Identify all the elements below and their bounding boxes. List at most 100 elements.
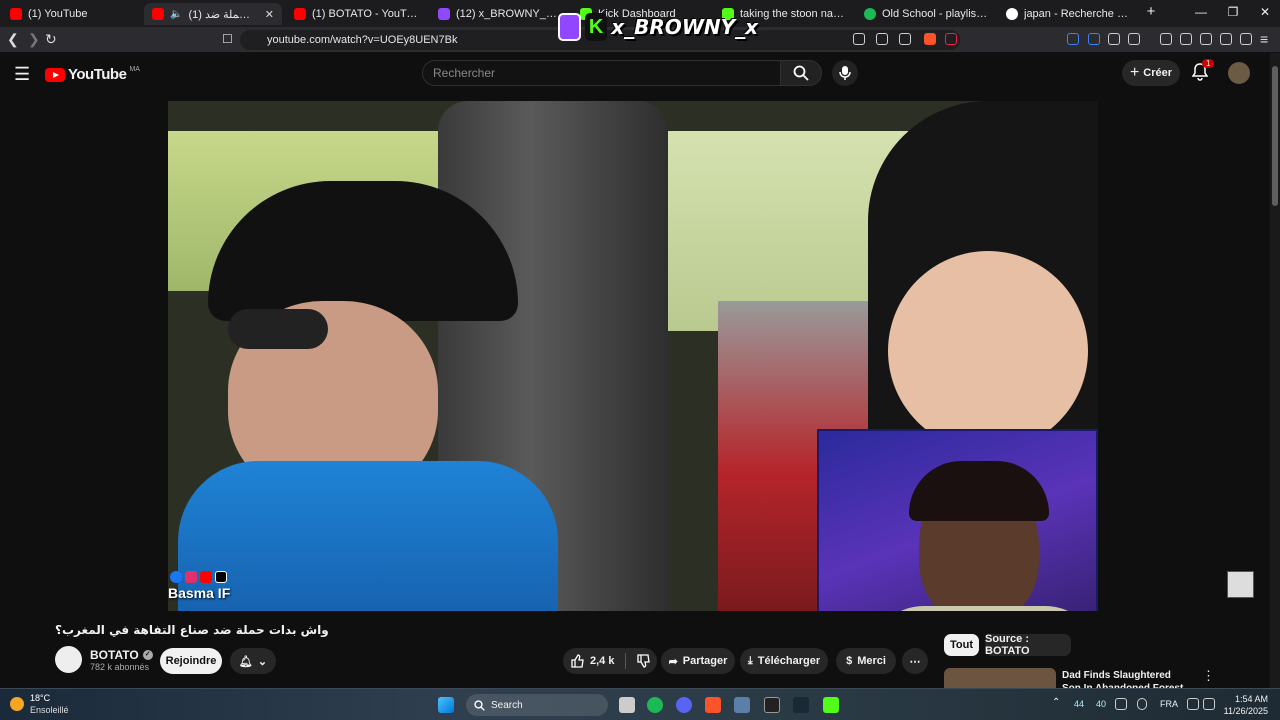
speaker-icon[interactable]: 🔈 <box>170 9 182 20</box>
tab-twitch[interactable]: (12) x_BROWNY_x - Twitch <box>430 3 570 25</box>
cast-icon[interactable] <box>853 33 865 45</box>
kick-icon: K <box>585 13 608 41</box>
like-count: 2,4 k <box>590 655 615 667</box>
notepad-icon[interactable] <box>734 697 750 713</box>
share-icon[interactable] <box>899 33 911 45</box>
minimize-button[interactable]: — <box>1186 5 1216 19</box>
translate-icon[interactable] <box>876 33 888 45</box>
tab-google[interactable]: japan - Recherche Google <box>998 3 1138 25</box>
search-button[interactable] <box>780 60 822 86</box>
close-tab-icon[interactable]: ✕ <box>265 8 274 21</box>
twitch-icon <box>558 13 582 41</box>
join-button[interactable]: Rejoindre <box>160 648 222 674</box>
social-icons <box>170 571 227 583</box>
leo-icon[interactable] <box>1220 33 1232 45</box>
tab-botato[interactable]: (1) BOTATO - YouTube <box>286 3 426 25</box>
close-window-button[interactable]: ✕ <box>1250 5 1280 19</box>
youtube-icon <box>294 8 306 20</box>
taskbar-search[interactable]: Search <box>466 694 608 716</box>
forward-icon[interactable]: ❯ <box>28 31 40 48</box>
thanks-button[interactable]: $ Merci <box>836 648 896 674</box>
spotify-icon <box>864 8 876 20</box>
share-button[interactable]: ➦ Partager <box>661 648 735 674</box>
youtube-icon <box>200 571 212 583</box>
region-label: MA <box>129 66 140 73</box>
puzzle-icon[interactable] <box>1108 33 1120 45</box>
tab-current-video[interactable]: 🔈 (1) واش بدات حملة ضد ✕ <box>144 3 282 25</box>
search-icon <box>474 699 485 711</box>
tab-youtube[interactable]: (1) YouTube <box>2 3 142 25</box>
brave-shield-icon[interactable] <box>924 33 936 45</box>
extension-icon[interactable] <box>1128 33 1140 45</box>
chevron-up-icon[interactable]: ⌃ <box>1052 697 1060 708</box>
weather-temp[interactable]: 18°C <box>30 693 50 703</box>
subscribe-bell-button[interactable]: 🔔︎ ⌄ <box>230 648 276 674</box>
youtube-logo[interactable]: YouTube MA <box>45 66 140 83</box>
channel-avatar[interactable] <box>55 646 82 673</box>
verified-icon: ✓ <box>142 650 153 660</box>
notifications-button[interactable]: 1 <box>1191 59 1215 83</box>
youtube-play-icon <box>45 67 65 82</box>
brave-icon[interactable] <box>705 697 721 713</box>
channel-name[interactable]: BOTATO <box>90 648 139 662</box>
language-indicator[interactable]: FRA <box>1160 699 1178 709</box>
sidebar-icon[interactable] <box>1180 33 1192 45</box>
steam-icon[interactable] <box>793 697 809 713</box>
weather-desc[interactable]: Ensoleillé <box>30 705 69 715</box>
recommended-title[interactable]: Dad Finds Slaughtered Son In Abandoned F… <box>1062 669 1192 688</box>
tab-label: (1) BOTATO - YouTube <box>312 8 418 20</box>
thumbs-down-icon[interactable] <box>637 654 651 668</box>
tiktok-icon <box>215 571 227 583</box>
microphone-icon[interactable] <box>1137 698 1147 710</box>
task-view-icon[interactable] <box>619 697 635 713</box>
clock-time[interactable]: 1:54 AM <box>1224 694 1268 704</box>
back-icon[interactable]: ❮ <box>7 31 19 48</box>
clock-date[interactable]: 11/26/2025 <box>1212 706 1268 716</box>
chip-all[interactable]: Tout <box>944 634 979 656</box>
scrollbar-thumb[interactable] <box>1272 66 1278 206</box>
epic-games-icon[interactable] <box>764 697 780 713</box>
search-input[interactable]: Rechercher <box>422 60 780 86</box>
video-player[interactable]: Basma IF <box>168 101 1098 611</box>
discord-icon[interactable] <box>676 697 692 713</box>
chip-source[interactable]: Source : BOTATO <box>985 633 1071 657</box>
tab-spotify[interactable]: Old School - playlist by YSF | S <box>856 3 996 25</box>
bookmark-icon[interactable]: ☐ <box>222 32 233 46</box>
spotify-icon[interactable] <box>647 697 663 713</box>
channel-name-row[interactable]: BOTATO ✓ <box>90 648 153 662</box>
create-button[interactable]: + Créer <box>1122 60 1180 86</box>
extension-icon[interactable] <box>1088 33 1100 45</box>
search-label: Search <box>491 699 523 711</box>
wifi-icon[interactable] <box>1187 698 1199 710</box>
sun-icon[interactable] <box>10 697 24 711</box>
avatar[interactable] <box>1228 62 1250 84</box>
like-dislike-group: 2,4 k <box>563 648 657 674</box>
kick-icon[interactable] <box>823 697 839 713</box>
vpn-icon[interactable] <box>1240 33 1252 45</box>
tab-label: japan - Recherche Google <box>1024 8 1130 20</box>
wallet-icon[interactable] <box>1200 33 1212 45</box>
download-button[interactable]: ⤓ Télécharger <box>740 648 828 674</box>
tray-indicator[interactable]: 40 <box>1096 699 1106 709</box>
download-label: Télécharger <box>757 655 821 667</box>
network-icon[interactable] <box>1115 698 1127 710</box>
menu-icon[interactable]: ≡ <box>1260 31 1268 47</box>
thumbs-up-icon <box>571 654 584 668</box>
new-tab-button[interactable]: + <box>1136 3 1166 20</box>
hamburger-menu-icon[interactable]: ☰ <box>14 64 30 85</box>
brave-rewards-icon[interactable] <box>945 33 957 45</box>
more-actions-button[interactable]: ⋯ <box>902 648 928 674</box>
tray-indicator[interactable]: 44 <box>1074 699 1084 709</box>
restore-button[interactable]: ❐ <box>1218 5 1248 19</box>
reload-icon[interactable]: ↻ <box>45 31 57 48</box>
logo-text: YouTube <box>68 66 127 83</box>
channel-watermark-icon[interactable] <box>1227 571 1254 598</box>
media-icon[interactable] <box>1160 33 1172 45</box>
tab-label: Old School - playlist by YSF | S <box>882 8 988 20</box>
extension-audio-icon[interactable] <box>1067 33 1079 45</box>
voice-search-button[interactable] <box>832 60 858 86</box>
like-button[interactable]: 2,4 k <box>571 654 614 668</box>
windows-start-icon[interactable] <box>438 697 454 713</box>
recommended-thumbnail[interactable] <box>944 668 1056 688</box>
more-vert-icon[interactable]: ⋮ <box>1202 668 1215 684</box>
